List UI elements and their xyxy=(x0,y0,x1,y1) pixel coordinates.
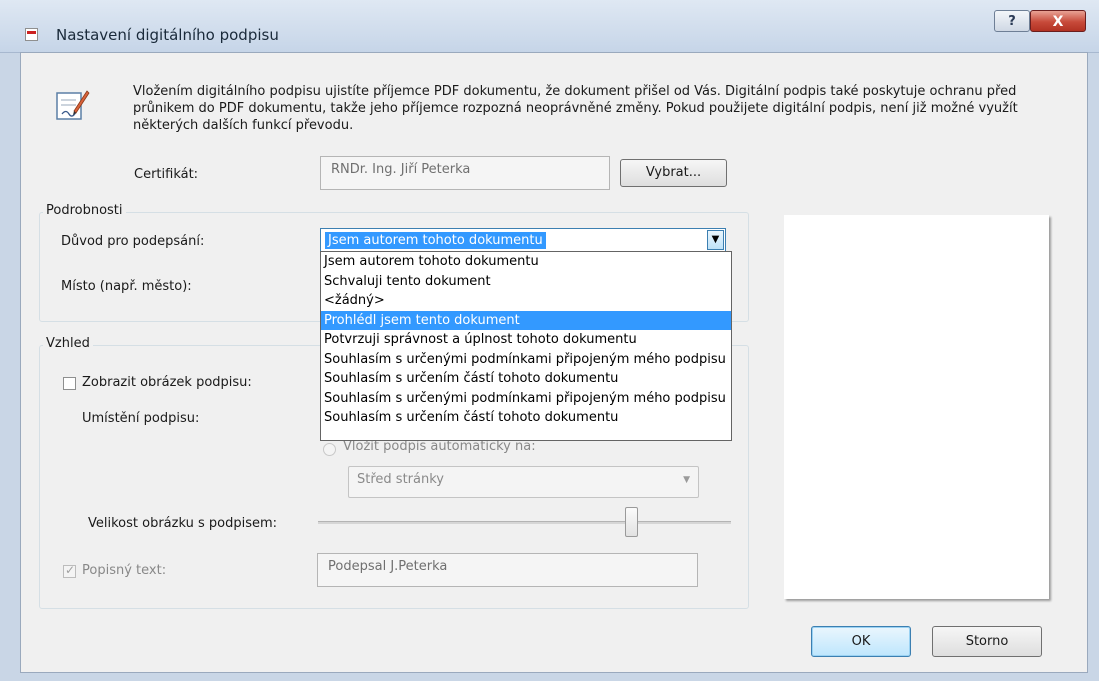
description-text: Vložením digitálního podpisu ujistíte př… xyxy=(133,84,1018,133)
reason-dropdown-list[interactable]: Jsem autorem tohoto dokumentu Schvaluji … xyxy=(320,251,732,441)
reason-label: Důvod pro podepsání: xyxy=(61,234,205,249)
chevron-down-icon: ▼ xyxy=(683,475,690,485)
signature-pen-icon xyxy=(56,90,90,120)
descriptive-text-label: Popisný text: xyxy=(82,563,167,578)
auto-place-radio[interactable] xyxy=(323,443,336,456)
descriptive-text-field[interactable]: Podepsal J.Peterka xyxy=(317,553,698,587)
dialog-body: Vložením digitálního podpisu ujistíte př… xyxy=(20,52,1088,673)
reason-option[interactable]: Potvrzuji správnost a úplnost tohoto dok… xyxy=(321,330,731,350)
checkmark-icon: ✓ xyxy=(65,563,76,577)
dialog-window: Nastavení digitálního podpisu ? X Vložen… xyxy=(0,0,1099,681)
ok-button[interactable]: OK xyxy=(811,626,911,657)
reason-option[interactable]: Jsem autorem tohoto dokumentu xyxy=(321,252,731,272)
image-size-slider-track[interactable] xyxy=(318,521,731,524)
certificate-label: Certifikát: xyxy=(134,167,199,182)
help-button[interactable]: ? xyxy=(994,10,1030,32)
reason-combobox[interactable]: Jsem autorem tohoto dokumentu ▼ xyxy=(320,228,726,252)
select-certificate-button[interactable]: Vybrat... xyxy=(620,159,727,187)
reason-selected-value: Jsem autorem tohoto dokumentu xyxy=(325,232,546,249)
certificate-field[interactable]: RNDr. Ing. Jiří Peterka xyxy=(320,156,610,190)
location-label: Místo (např. město): xyxy=(61,279,192,294)
window-title: Nastavení digitálního podpisu xyxy=(56,26,279,44)
details-group-title: Podrobnosti xyxy=(43,203,126,218)
placement-label: Umístění podpisu: xyxy=(82,411,200,426)
auto-place-value: Střed stránky xyxy=(357,472,444,487)
cancel-button[interactable]: Storno xyxy=(932,626,1042,657)
app-icon xyxy=(25,28,38,41)
reason-option[interactable]: Souhlasím s určenými podmínkami připojen… xyxy=(321,389,731,409)
appearance-group-title: Vzhled xyxy=(43,336,93,351)
reason-option[interactable]: Schvaluji tento dokument xyxy=(321,272,731,292)
close-button[interactable]: X xyxy=(1030,10,1086,32)
signature-preview xyxy=(784,215,1049,599)
dropdown-arrow-icon[interactable]: ▼ xyxy=(707,230,724,250)
show-image-checkbox[interactable] xyxy=(63,377,76,390)
reason-option[interactable]: Souhlasím s určením částí tohoto dokumen… xyxy=(321,369,731,389)
descriptive-text-checkbox[interactable]: ✓ xyxy=(63,563,76,578)
auto-place-label: Vložit podpis automaticky na: xyxy=(343,439,536,454)
show-image-label: Zobrazit obrázek podpisu: xyxy=(82,375,252,390)
reason-option-highlighted[interactable]: Prohlédl jsem tento dokument xyxy=(321,310,731,330)
reason-option[interactable]: Souhlasím s určenými podmínkami připojen… xyxy=(321,350,731,370)
reason-option[interactable]: <žádný> xyxy=(321,291,731,311)
reason-option[interactable]: Souhlasím s určením částí tohoto dokumen… xyxy=(321,408,731,428)
title-bar[interactable]: Nastavení digitálního podpisu ? X xyxy=(0,0,1099,53)
auto-place-select[interactable]: Střed stránky ▼ xyxy=(348,466,699,498)
image-size-label: Velikost obrázku s podpisem: xyxy=(88,516,278,531)
image-size-slider-thumb[interactable] xyxy=(625,507,639,537)
